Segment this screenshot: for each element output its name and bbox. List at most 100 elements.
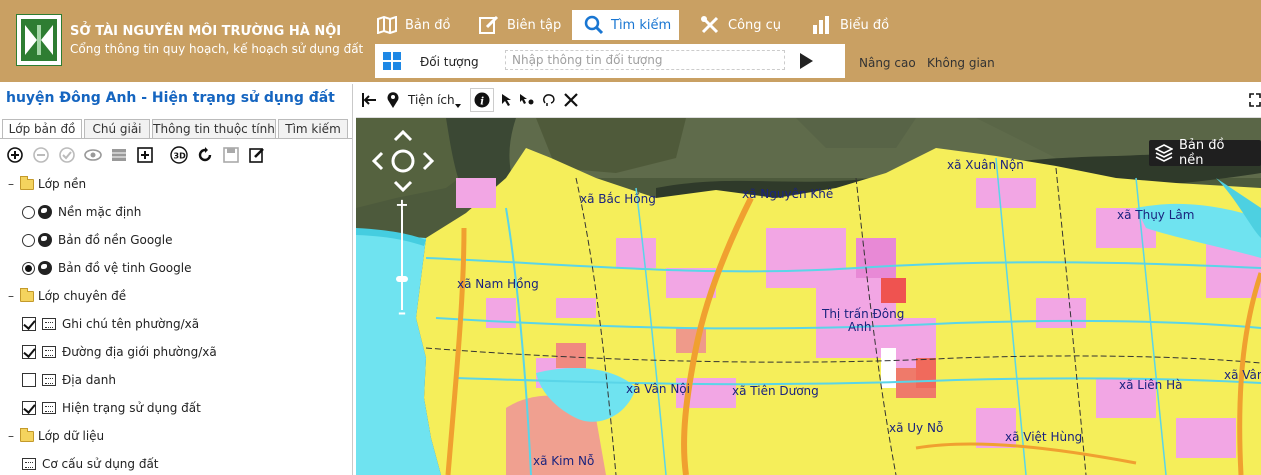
tree-group-base[interactable]: – Lớp nền	[6, 174, 86, 194]
zoom-track[interactable]	[401, 210, 403, 310]
tab-map[interactable]: Bản đồ	[376, 10, 450, 40]
checkbox-checked[interactable]	[22, 401, 36, 415]
tree-group-thematic[interactable]: – Lớp chuyên đề	[6, 286, 126, 306]
zoom-handle[interactable]	[396, 276, 408, 282]
place-label: xã Xuân Nộn	[947, 158, 1024, 172]
layer-icon	[42, 318, 56, 330]
tree-group-data[interactable]: – Lớp dữ liệu	[6, 426, 104, 446]
tab-search-label: Tìm kiếm	[611, 17, 672, 33]
zoom-out-icon[interactable]: –	[394, 305, 410, 321]
pan-arrows-icon[interactable]	[368, 126, 438, 196]
save-icon[interactable]	[222, 146, 240, 164]
advanced-search-link[interactable]: Nâng cao	[859, 56, 916, 70]
tree-item-label: Bản đồ nền Google	[58, 233, 173, 247]
tab-map-layers[interactable]: Lớp bản đồ	[2, 119, 82, 139]
spatial-search-link[interactable]: Không gian	[927, 56, 995, 70]
table-icon	[22, 458, 36, 470]
tab-divider	[0, 138, 352, 139]
grid-menu-icon[interactable]	[383, 52, 401, 70]
tree-item-google-satellite[interactable]: Bản đồ vệ tinh Google	[22, 258, 191, 278]
place-label: Anh	[848, 320, 872, 334]
place-label: xã Uy Nỗ	[889, 421, 944, 435]
folder-icon	[20, 175, 34, 190]
select-arrow-icon[interactable]	[498, 91, 516, 109]
check-circle-icon[interactable]	[58, 146, 76, 164]
place-label: xã Tiên Dương	[732, 384, 819, 398]
tree-item-label: Cơ cấu sử dụng đất	[42, 457, 159, 471]
exit-arrow-icon[interactable]	[360, 91, 378, 109]
layer-icon	[42, 374, 56, 386]
svg-text:i: i	[480, 97, 484, 108]
tab-tools[interactable]: Công cụ	[699, 10, 781, 40]
table-icon[interactable]	[110, 146, 128, 164]
fullscreen-icon[interactable]	[1249, 91, 1261, 109]
info-icon[interactable]: i	[470, 88, 494, 112]
tab-tools-label: Công cụ	[728, 17, 782, 33]
svg-text:3D: 3D	[174, 152, 187, 161]
tab-search[interactable]: Tìm kiếm	[572, 10, 679, 40]
satellite-map-image	[356, 118, 1261, 475]
map-toolbar: Tiện ích i	[356, 84, 1261, 118]
panel-title: huyện Đông Anh - Hiện trạng sử dụng đất	[6, 90, 335, 106]
remove-circle-icon[interactable]	[32, 146, 50, 164]
layer-panel: huyện Đông Anh - Hiện trạng sử dụng đất …	[0, 84, 353, 475]
add-circle-icon[interactable]	[6, 146, 24, 164]
tree-item-label: Đường địa giới phường/xã	[62, 345, 217, 359]
tree-group-label: Lớp chuyên đề	[38, 289, 127, 303]
layers-icon	[1155, 144, 1173, 162]
tab-map-label: Bản đồ	[405, 17, 451, 33]
object-search-input[interactable]	[505, 50, 785, 70]
collapse-icon[interactable]: –	[6, 429, 16, 443]
radio-button[interactable]	[22, 233, 35, 247]
edit-icon	[478, 14, 500, 36]
place-label: xã Kim Nỗ	[533, 454, 595, 468]
tree-group-label: Lớp dữ liệu	[38, 429, 105, 443]
tree-item-land-use[interactable]: Hiện trạng sử dụng đất	[22, 398, 201, 418]
add-layer-icon[interactable]	[136, 146, 154, 164]
tree-item-land-structure[interactable]: Cơ cấu sử dụng đất	[22, 454, 159, 474]
select-multi-icon[interactable]	[518, 91, 536, 109]
tree-item-google-base[interactable]: Bản đồ nền Google	[22, 230, 173, 250]
tree-item-ward-notes[interactable]: Ghi chú tên phường/xã	[22, 314, 199, 334]
tree-item-default-base[interactable]: Nền mặc định	[22, 202, 141, 222]
layer-icon	[42, 346, 56, 358]
pan-control[interactable]	[368, 126, 438, 196]
caret-down-icon[interactable]	[454, 96, 462, 114]
logo[interactable]	[16, 14, 62, 66]
tree-item-place-names[interactable]: Địa danh	[22, 370, 116, 390]
tab-edit-label: Biên tập	[507, 17, 562, 33]
place-label: xã Việt Hùng	[1005, 430, 1083, 444]
tools-icon	[699, 14, 721, 36]
bar-chart-icon	[811, 14, 833, 36]
basemap-switcher-button[interactable]: Bản đồ nền	[1149, 138, 1261, 168]
checkbox-checked[interactable]	[22, 317, 36, 331]
close-icon[interactable]	[562, 91, 580, 109]
tab-panel-search[interactable]: Tìm kiếm	[278, 119, 348, 139]
tab-attributes[interactable]: Thông tin thuộc tính	[152, 119, 276, 139]
map-view[interactable]: + – Bản đồ nền xã Xuân Nộn xã Bắc Hồng x…	[356, 118, 1261, 475]
tab-chart[interactable]: Biểu đồ	[811, 10, 889, 40]
zoom-slider[interactable]: + –	[394, 197, 410, 321]
tree-item-label: Ghi chú tên phường/xã	[62, 317, 200, 331]
collapse-icon[interactable]: –	[6, 289, 16, 303]
checkbox[interactable]	[22, 373, 36, 387]
refresh-icon[interactable]	[196, 146, 214, 164]
checkbox-checked[interactable]	[22, 345, 36, 359]
collapse-icon[interactable]: –	[6, 177, 16, 191]
object-label: Đối tượng	[420, 55, 479, 69]
eye-icon[interactable]	[84, 146, 102, 164]
radio-button-selected[interactable]	[22, 261, 35, 275]
tab-edit[interactable]: Biên tập	[478, 10, 561, 40]
search-go-button[interactable]	[800, 53, 813, 69]
tree-item-ward-boundary[interactable]: Đường địa giới phường/xã	[22, 342, 217, 362]
3d-icon[interactable]: 3D	[170, 146, 188, 164]
lasso-icon[interactable]	[540, 91, 558, 109]
place-label: xã Vân Nội	[626, 382, 690, 396]
utility-menu[interactable]: Tiện ích	[408, 93, 455, 107]
tab-legend[interactable]: Chú giải	[84, 119, 150, 139]
globe-icon	[38, 233, 52, 247]
tree-item-label: Địa danh	[62, 373, 116, 387]
tree-group-label: Lớp nền	[38, 177, 87, 191]
radio-button[interactable]	[22, 205, 35, 219]
edit-layer-icon[interactable]	[248, 146, 266, 164]
